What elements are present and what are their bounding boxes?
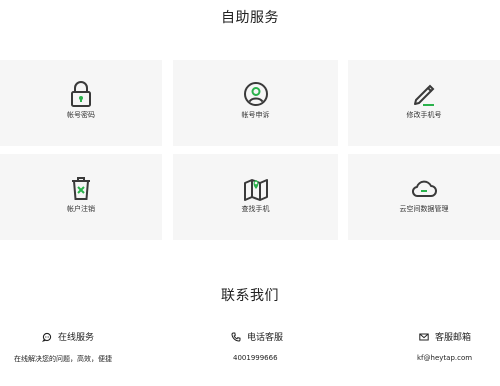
email-address[interactable]: kf@heytap.com <box>417 354 472 362</box>
phone-number[interactable]: 4001999666 <box>233 354 278 362</box>
user-circle-icon <box>243 82 268 106</box>
pencil-icon <box>414 84 435 106</box>
card-label-account-password: 帐号密码 <box>67 111 95 119</box>
card-label-account-appeal: 帐号申诉 <box>241 111 270 119</box>
trash-icon <box>72 177 90 200</box>
card-cloud-data[interactable]: 云空间数据管理 <box>348 154 500 240</box>
mail-icon <box>419 333 429 340</box>
map-pin-icon <box>243 179 268 201</box>
chat-support-icon <box>42 332 52 342</box>
card-account-appeal[interactable]: 帐号申诉 <box>173 60 338 146</box>
phone-service-link[interactable]: 电话客服 <box>231 330 283 343</box>
email-service-link[interactable]: 客服邮箱 <box>419 330 471 343</box>
online-service-desc: 在线解决您的问题，高效，便捷 <box>14 355 112 363</box>
card-change-phone[interactable]: 修改手机号 <box>348 60 500 146</box>
card-find-phone[interactable]: 查找手机 <box>173 154 338 240</box>
cloud-icon <box>411 180 437 197</box>
online-service-link[interactable]: 在线服务 <box>42 330 94 343</box>
phone-service-label: 电话客服 <box>247 333 284 343</box>
page: 自助服务 帐号密码 帐号申诉 修改手机号 帐户注销 查找手机 云空间数据管理 联… <box>0 0 500 386</box>
card-account-password[interactable]: 帐号密码 <box>0 60 162 146</box>
card-label-find-phone: 查找手机 <box>241 205 270 213</box>
self-service-title: 自助服务 <box>221 10 279 26</box>
email-service-label: 客服邮箱 <box>435 333 472 343</box>
online-service-label: 在线服务 <box>58 333 95 343</box>
card-label-account-cancel: 帐户注销 <box>67 205 95 213</box>
self-service-grid: 帐号密码 帐号申诉 修改手机号 帐户注销 查找手机 云空间数据管理 <box>0 60 500 240</box>
card-label-change-phone: 修改手机号 <box>406 111 442 119</box>
card-label-cloud-data: 云空间数据管理 <box>399 205 449 213</box>
phone-icon <box>231 332 241 342</box>
contact-title: 联系我们 <box>221 288 279 304</box>
lock-icon <box>71 81 91 107</box>
card-account-cancel[interactable]: 帐户注销 <box>0 154 162 240</box>
